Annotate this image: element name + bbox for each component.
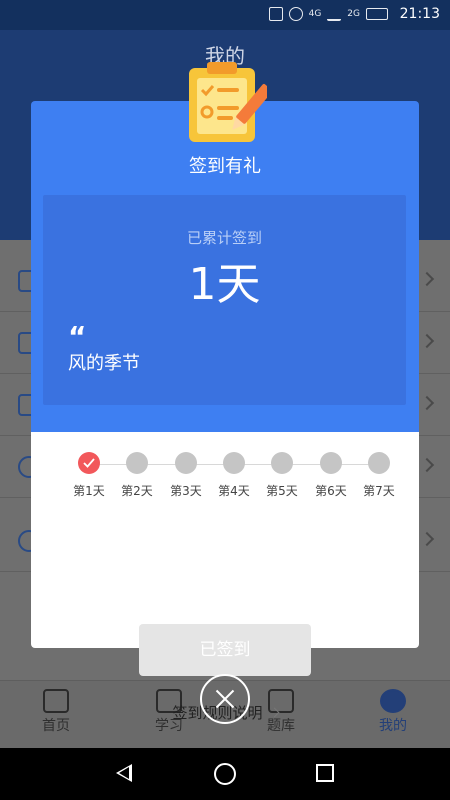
- checkin-day: 第2天: [113, 452, 161, 499]
- battery-icon: [366, 8, 388, 20]
- checked-in-button[interactable]: 已签到: [139, 624, 311, 676]
- chevron-right-icon: [419, 457, 435, 473]
- unchecked-dot-icon: [175, 452, 197, 474]
- day-label: 第2天: [121, 484, 153, 498]
- checkin-day: 第4天: [210, 452, 258, 499]
- home-circle-icon[interactable]: [214, 763, 236, 785]
- chevron-right-icon: [419, 395, 435, 411]
- chevron-right-icon: [269, 707, 279, 718]
- checkin-day: 第3天: [162, 452, 210, 499]
- clipboard-icon: [189, 62, 267, 142]
- system-nav-bar: [0, 748, 450, 800]
- chevron-right-icon: [419, 333, 435, 349]
- checked-dot-icon: [78, 452, 100, 474]
- day-label: 第5天: [266, 484, 298, 498]
- unchecked-dot-icon: [126, 452, 148, 474]
- modal-body: 第1天 第2天 第3天 第4天 第5天 第6天 第7天 已签到 签到规则说明: [31, 432, 419, 722]
- vibrate-icon: [268, 7, 283, 21]
- modal-header: 签到有礼 已累计签到 1天 “ 风的季节: [31, 101, 419, 432]
- alarm-icon: [288, 7, 303, 21]
- signal-icon: [327, 7, 342, 21]
- close-modal-button[interactable]: [200, 674, 250, 724]
- network-4g-label: 4G: [308, 8, 322, 19]
- unchecked-dot-icon: [320, 452, 342, 474]
- checkin-day: 第7天: [355, 452, 403, 499]
- quote-mark: “: [68, 320, 87, 353]
- unchecked-dot-icon: [223, 452, 245, 474]
- chevron-right-icon: [419, 531, 435, 547]
- status-icons: 4G 2G: [268, 7, 388, 21]
- status-time: 21:13: [399, 6, 440, 22]
- day-label: 第6天: [315, 484, 347, 498]
- total-checkin-value: 1天: [188, 259, 261, 310]
- checkin-day: 第5天: [258, 452, 306, 499]
- day-label: 第1天: [73, 484, 105, 498]
- unchecked-dot-icon: [271, 452, 293, 474]
- back-icon[interactable]: [116, 764, 132, 782]
- chevron-right-icon: [419, 271, 435, 287]
- checkin-day: 第6天: [307, 452, 355, 499]
- checkin-day: 第1天: [65, 452, 113, 499]
- modal-title: 签到有礼: [189, 156, 261, 177]
- quote-text: 风的季节: [68, 353, 140, 374]
- day-label: 第7天: [363, 484, 395, 498]
- day-label: 第3天: [170, 484, 202, 498]
- checkin-summary-card: 已累计签到 1天 “ 风的季节: [43, 195, 406, 405]
- status-bar: 4G 2G 21:13: [0, 0, 450, 30]
- total-checkin-label: 已累计签到: [186, 229, 262, 247]
- day-label: 第4天: [218, 484, 250, 498]
- unchecked-dot-icon: [368, 452, 390, 474]
- recent-apps-icon[interactable]: [316, 764, 334, 782]
- network-2g-label: 2G: [347, 8, 360, 19]
- checkin-modal: 签到有礼 已累计签到 1天 “ 风的季节 第1天 第2天 第3天 第4天 第5天 第6天 第…: [31, 62, 419, 722]
